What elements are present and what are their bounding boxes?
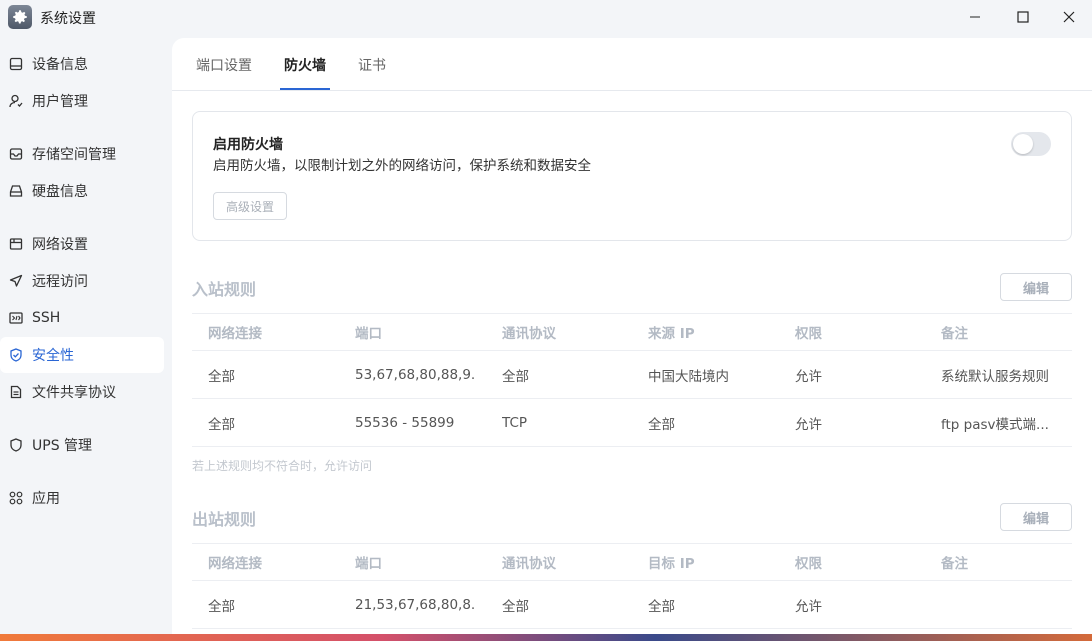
column-header: 网络连接 — [208, 326, 262, 342]
table-cell: 中国大陆境内 — [648, 368, 729, 385]
content-panel: 端口设置 防火墙 证书 启用防火墙 启用防火墙，以限制计划之外的网络访问，保护系… — [172, 38, 1092, 634]
table-cell: 53,67,68,80,88,9... — [355, 366, 475, 383]
file-icon — [9, 385, 23, 399]
table-cell: 全部 — [208, 416, 235, 433]
table-cell: ftp pasv模式端... — [941, 416, 1049, 433]
tab-bar: 端口设置 防火墙 证书 — [172, 38, 1092, 91]
inbound-rules-title: 入站规则 — [192, 280, 257, 299]
firewall-title: 启用防火墙 — [213, 137, 283, 153]
sidebar-item-label: 用户管理 — [32, 94, 88, 110]
toggle-knob — [1013, 134, 1033, 154]
table-cell: 允许 — [795, 368, 822, 385]
table-cell: TCP — [502, 414, 528, 431]
close-button[interactable] — [1046, 2, 1092, 32]
disk-icon — [9, 184, 23, 198]
remote-icon — [9, 274, 23, 288]
table-header: 网络连接 端口 通讯协议 来源 IP 权限 备注 — [192, 313, 1072, 351]
table-cell: 系统默认服务规则 — [941, 368, 1049, 385]
active-tab-indicator — [280, 88, 330, 90]
advanced-settings-button[interactable]: 高级设置 — [213, 192, 287, 220]
sidebar-item-network[interactable]: 网络设置 — [0, 226, 164, 262]
sidebar-item-remote-access[interactable]: 远程访问 — [0, 263, 164, 299]
sidebar-item-label: UPS 管理 — [32, 438, 93, 454]
table-cell: 55536 - 55899 — [355, 414, 455, 431]
table-cell: 全部 — [502, 368, 529, 385]
table-cell: 全部 — [502, 598, 529, 615]
table-row[interactable]: 全部 21,53,67,68,80,8... 全部 全部 允许 — [192, 581, 1072, 629]
sidebar-item-label: 应用 — [32, 491, 60, 507]
sidebar-item-label: 安全性 — [32, 348, 74, 364]
table-cell: 21,53,67,68,80,8... — [355, 596, 475, 613]
sidebar-item-file-sharing[interactable]: 文件共享协议 — [0, 374, 164, 410]
sidebar-item-label: 网络设置 — [32, 237, 88, 253]
terminal-icon — [9, 311, 23, 325]
table-row[interactable]: 全部 55536 - 55899 TCP 全部 允许 ftp pasv模式端..… — [192, 399, 1072, 447]
ups-shield-icon — [9, 438, 23, 452]
maximize-button[interactable] — [1000, 2, 1046, 32]
firewall-card: 启用防火墙 启用防火墙，以限制计划之外的网络访问，保护系统和数据安全 高级设置 — [192, 111, 1072, 241]
column-header: 端口 — [355, 326, 382, 342]
table-cell: 全部 — [208, 598, 235, 615]
sidebar-item-ups[interactable]: UPS 管理 — [0, 427, 164, 463]
outbound-rules-title: 出站规则 — [192, 510, 257, 529]
sidebar-item-label: 文件共享协议 — [32, 385, 116, 401]
window-title: 系统设置 — [40, 11, 96, 27]
sidebar-item-label: 远程访问 — [32, 274, 88, 290]
sidebar-item-label: 硬盘信息 — [32, 184, 88, 200]
tab-port-settings[interactable]: 端口设置 — [196, 55, 252, 75]
settings-window: 系统设置 设备信息 用户管理 存储空间管理 硬盘信息 网络设置 远程访问 SSH… — [0, 0, 1092, 634]
sidebar-item-device-info[interactable]: 设备信息 — [0, 46, 164, 82]
table-header: 网络连接 端口 通讯协议 目标 IP 权限 备注 — [192, 543, 1072, 581]
sidebar-item-label: SSH — [32, 310, 61, 326]
inbound-edit-button[interactable]: 编辑 — [1000, 273, 1072, 301]
sidebar-item-apps[interactable]: 应用 — [0, 480, 164, 516]
settings-gear-icon — [8, 5, 32, 29]
inbound-default-note: 若上述规则均不符合时，允许访问 — [192, 459, 373, 473]
user-icon — [9, 94, 23, 108]
firewall-description: 启用防火墙，以限制计划之外的网络访问，保护系统和数据安全 — [213, 158, 591, 174]
sidebar-item-security[interactable]: 安全性 — [0, 337, 164, 373]
sidebar-item-storage[interactable]: 存储空间管理 — [0, 136, 164, 172]
table-cell: 全部 — [648, 416, 675, 433]
tab-firewall[interactable]: 防火墙 — [284, 55, 326, 75]
sidebar-item-user-management[interactable]: 用户管理 — [0, 83, 164, 119]
table-row[interactable]: 全部 53,67,68,80,88,9... 全部 中国大陆境内 允许 系统默认… — [192, 351, 1072, 399]
sidebar-item-label: 设备信息 — [32, 57, 88, 73]
column-header: 权限 — [795, 326, 822, 342]
column-header: 来源 IP — [648, 326, 695, 342]
table-cell: 全部 — [208, 368, 235, 385]
firewall-toggle[interactable] — [1011, 132, 1051, 156]
outbound-edit-button[interactable]: 编辑 — [1000, 503, 1072, 531]
network-icon — [9, 237, 23, 251]
column-header: 权限 — [795, 556, 822, 572]
column-header: 通讯协议 — [502, 556, 556, 572]
column-header: 通讯协议 — [502, 326, 556, 342]
table-cell: 允许 — [795, 598, 822, 615]
column-header: 端口 — [355, 556, 382, 572]
title-bar: 系统设置 — [0, 0, 1092, 36]
column-header: 备注 — [941, 326, 968, 342]
column-header: 备注 — [941, 556, 968, 572]
tab-certificate[interactable]: 证书 — [358, 55, 386, 75]
table-cell — [941, 581, 1067, 628]
column-header: 网络连接 — [208, 556, 262, 572]
sidebar-item-ssh[interactable]: SSH — [0, 300, 164, 336]
sidebar-item-disk-info[interactable]: 硬盘信息 — [0, 173, 164, 209]
minimize-button[interactable] — [952, 2, 998, 32]
table-cell: 全部 — [648, 598, 675, 615]
device-icon — [9, 57, 23, 71]
sidebar-item-label: 存储空间管理 — [32, 147, 116, 163]
apps-icon — [9, 491, 23, 505]
table-cell: 允许 — [795, 416, 822, 433]
storage-icon — [9, 147, 23, 161]
column-header: 目标 IP — [648, 556, 695, 572]
shield-icon — [9, 348, 23, 362]
